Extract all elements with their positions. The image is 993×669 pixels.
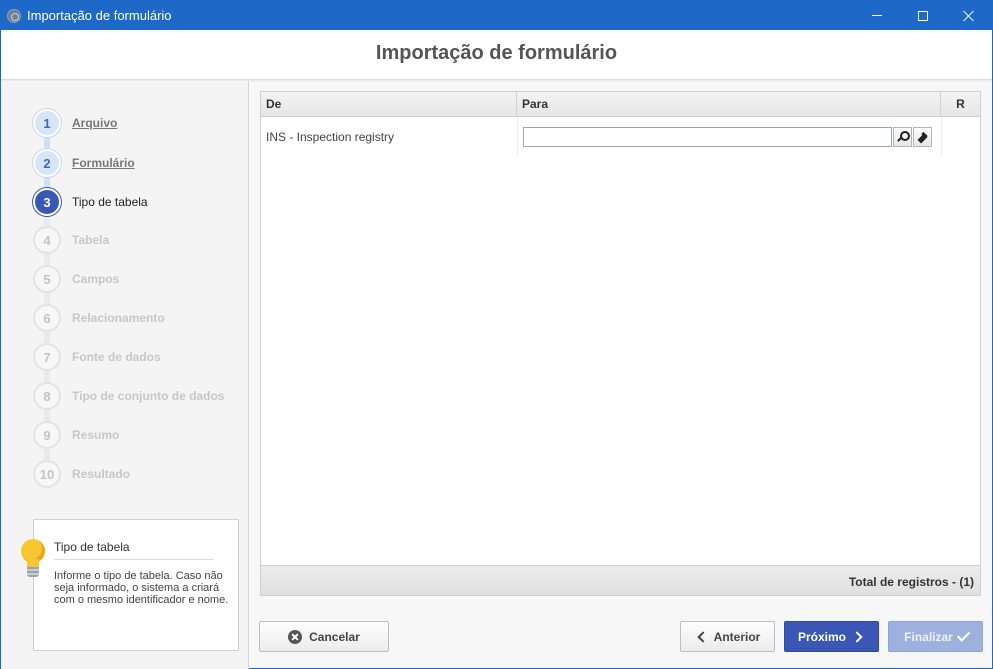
grid-header: De Para R xyxy=(261,92,980,117)
next-button[interactable]: Próximo xyxy=(784,621,879,652)
step-label: Resultado xyxy=(72,467,131,481)
step-fonte-de-dados: 7 Fonte de dados xyxy=(33,343,243,371)
para-input[interactable] xyxy=(523,127,892,147)
step-number: 5 xyxy=(33,265,61,293)
step-number: 2 xyxy=(33,149,61,177)
minimize-icon xyxy=(872,15,882,16)
check-icon xyxy=(956,628,971,642)
close-icon xyxy=(963,10,975,22)
column-divider xyxy=(941,118,942,156)
minimize-button[interactable] xyxy=(854,1,900,30)
step-tabela: 4 Tabela xyxy=(33,226,243,254)
step-number: 3 xyxy=(33,188,61,216)
page-title: Importação de formulário xyxy=(375,42,618,64)
chevron-right-icon xyxy=(851,630,863,643)
step-label: Fonte de dados xyxy=(72,350,161,364)
close-button[interactable] xyxy=(946,1,992,30)
title-bar[interactable]: Importação de formulário xyxy=(1,1,992,30)
window-title: Importação de formulário xyxy=(27,8,172,23)
chevron-left-icon xyxy=(696,630,709,643)
clear-button[interactable] xyxy=(913,127,932,147)
step-arquivo[interactable]: 1 Arquivo xyxy=(33,109,243,137)
step-label[interactable]: Arquivo xyxy=(72,116,117,130)
tip-divider xyxy=(54,559,214,560)
column-header-r[interactable]: R xyxy=(941,92,980,117)
step-label: Campos xyxy=(72,272,120,286)
step-label: Tipo de tabela xyxy=(72,195,148,209)
step-label: Tabela xyxy=(72,233,110,247)
step-campos: 5 Campos xyxy=(33,265,243,293)
column-header-para[interactable]: Para xyxy=(517,92,941,117)
step-number: 9 xyxy=(33,421,61,449)
column-header-de[interactable]: De xyxy=(261,92,517,117)
step-number: 10 xyxy=(33,460,61,488)
step-resultado: 10 Resultado xyxy=(33,460,243,488)
import-form-window: Importação de formulário Importação de f… xyxy=(0,0,993,669)
maximize-icon xyxy=(918,10,928,21)
step-number: 8 xyxy=(33,382,61,410)
cancel-icon xyxy=(288,629,303,644)
previous-button[interactable]: Anterior xyxy=(680,621,775,652)
tip-box: Tipo de tabela Informe o tipo de tabela.… xyxy=(33,519,239,651)
previous-label: Anterior xyxy=(713,629,761,644)
next-label: Próximo xyxy=(797,629,846,644)
total-records: Total de registros - (1) xyxy=(848,575,974,589)
step-tipo-de-conjunto-de-dados: 8 Tipo de conjunto de dados xyxy=(33,382,243,410)
tip-text: Informe o tipo de tabela. Caso não seja … xyxy=(54,570,229,606)
cancel-button[interactable]: Cancelar xyxy=(259,621,389,652)
search-button[interactable] xyxy=(893,127,912,147)
step-resumo: 9 Resumo xyxy=(33,421,243,449)
eraser-icon xyxy=(917,131,929,143)
lightbulb-icon xyxy=(21,539,45,579)
step-label: Tipo de conjunto de dados xyxy=(72,389,225,403)
step-formulario[interactable]: 2 Formulário xyxy=(33,149,243,177)
search-icon xyxy=(897,131,910,143)
column-divider xyxy=(517,118,518,156)
step-tipo-de-tabela: 3 Tipo de tabela xyxy=(33,188,243,216)
table-row[interactable]: INS - Inspection registry xyxy=(261,118,980,156)
app-icon xyxy=(7,9,21,23)
steps-panel: 1 Arquivo 2 Formulário 3 Tipo de tabela … xyxy=(1,81,249,669)
step-number: 7 xyxy=(33,343,61,371)
cell-de: INS - Inspection registry xyxy=(266,130,395,144)
wizard-header: Importação de formulário xyxy=(1,30,992,80)
step-number: 4 xyxy=(33,226,61,254)
cancel-label: Cancelar xyxy=(309,629,360,644)
step-label: Relacionamento xyxy=(72,311,165,325)
tip-title: Tipo de tabela xyxy=(54,540,130,554)
step-number: 1 xyxy=(33,109,61,137)
maximize-button[interactable] xyxy=(900,1,946,30)
step-number: 6 xyxy=(33,304,61,332)
step-label[interactable]: Formulário xyxy=(72,156,135,170)
finish-button[interactable]: Finalizar xyxy=(888,621,983,652)
mapping-grid: De Para R INS - Inspection registry Tota… xyxy=(260,91,981,596)
step-label: Resumo xyxy=(72,428,120,442)
grid-footer: Total de registros - (1) xyxy=(261,565,980,595)
step-relacionamento: 6 Relacionamento xyxy=(33,304,243,332)
finish-label: Finalizar xyxy=(904,629,953,644)
